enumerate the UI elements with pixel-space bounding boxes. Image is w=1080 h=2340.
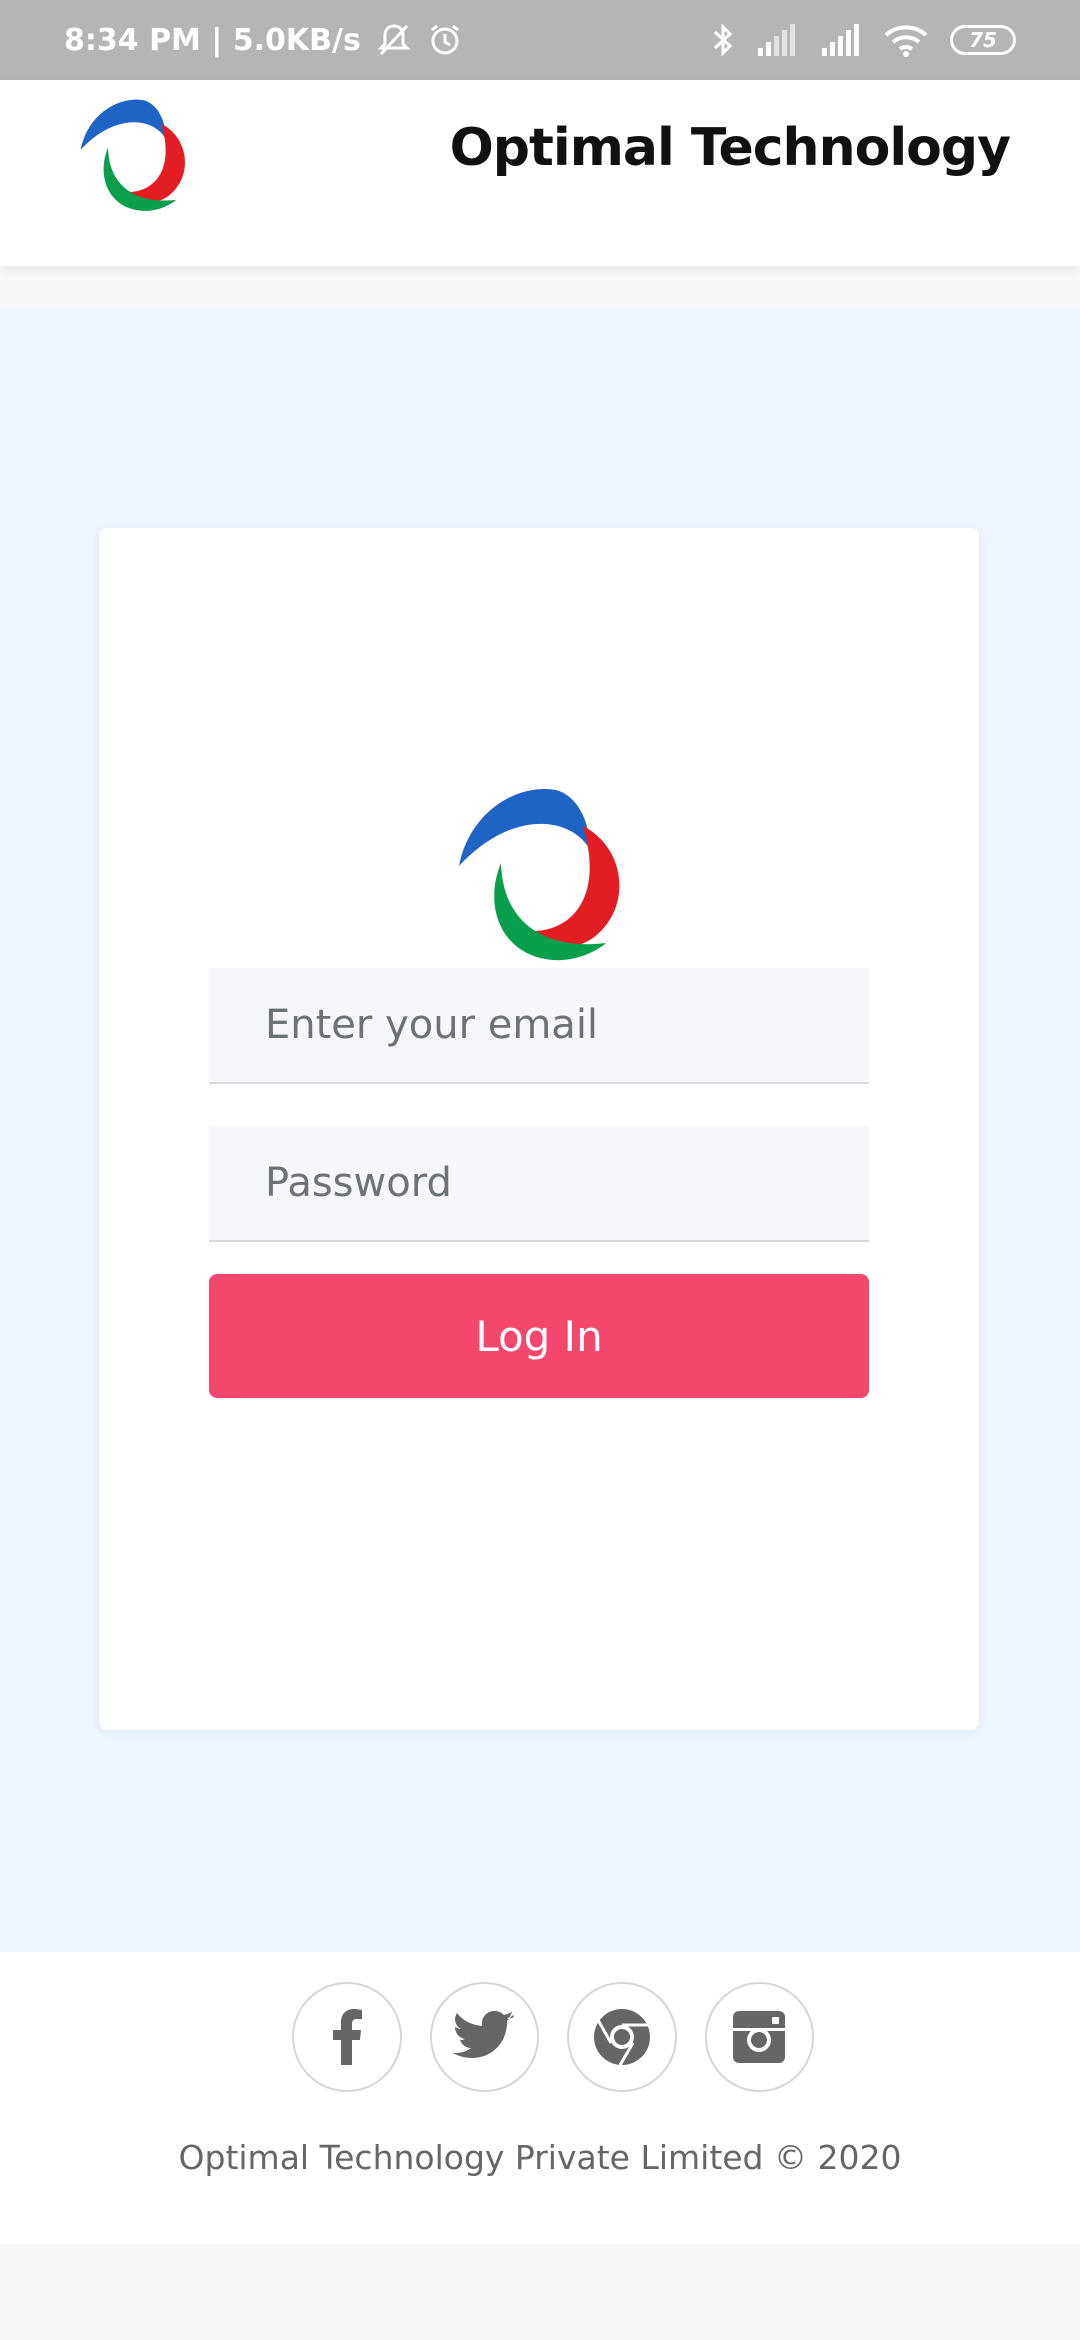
twitter-button[interactable] xyxy=(429,1982,539,2092)
status-bar: 8:34 PM | 5.0KB/s 75 xyxy=(0,0,1080,80)
copyright-text: Optimal Technology Private Limited © 202… xyxy=(178,2138,902,2177)
wifi-icon xyxy=(884,23,928,57)
social-links xyxy=(292,1982,814,2092)
mute-icon xyxy=(375,22,413,58)
twitter-icon xyxy=(453,2011,515,2058)
alarm-icon xyxy=(427,22,463,58)
login-card: Log In xyxy=(99,528,979,1730)
instagram-button[interactable] xyxy=(704,1982,814,2092)
footer: Optimal Technology Private Limited © 202… xyxy=(0,1952,1080,2244)
password-field[interactable] xyxy=(209,1126,869,1242)
status-left: 8:34 PM | 5.0KB/s xyxy=(64,22,463,58)
instagram-icon xyxy=(733,2011,786,2063)
logo-icon xyxy=(80,99,185,211)
chrome-button[interactable] xyxy=(567,1982,677,2092)
navigation-bar-area xyxy=(0,2244,1080,2340)
logo-icon xyxy=(459,788,620,961)
facebook-button[interactable] xyxy=(292,1982,402,2092)
main-area: Log In xyxy=(0,308,1080,1952)
signal-icon xyxy=(756,24,798,56)
signal-icon xyxy=(820,24,862,56)
app-header: Optimal Technology xyxy=(0,80,1080,266)
login-button[interactable]: Log In xyxy=(209,1274,869,1398)
status-time: 8:34 PM | 5.0KB/s xyxy=(64,22,361,58)
status-right: 75 xyxy=(712,22,1016,58)
facebook-icon xyxy=(332,2009,362,2065)
battery-icon: 75 xyxy=(950,25,1016,55)
app-title: Optimal Technology xyxy=(449,118,1011,178)
chrome-icon xyxy=(593,2009,650,2066)
login-button-label: Log In xyxy=(475,1311,603,1361)
email-field[interactable] xyxy=(209,968,869,1084)
bluetooth-icon xyxy=(712,22,734,58)
